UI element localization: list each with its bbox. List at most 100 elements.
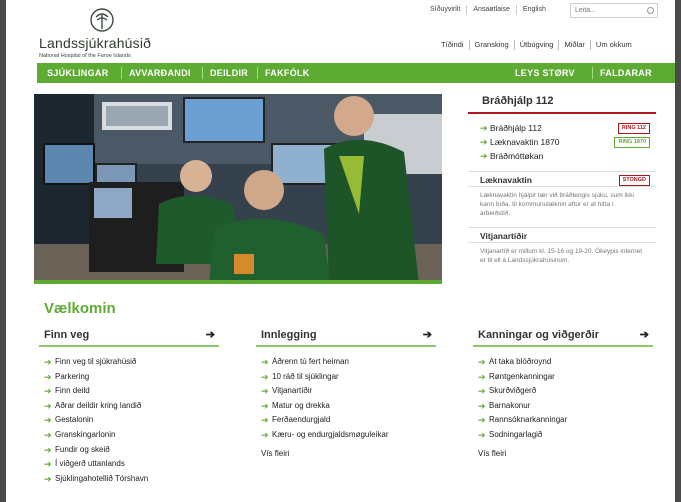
main-nav-item[interactable]: SJÚKLINGAR (47, 63, 109, 83)
logo-name: Landssjúkrahúsið (39, 35, 152, 51)
list-item-label: Aðrar deildir kring landið (55, 400, 142, 410)
arrow-right-icon: ➔ (44, 415, 52, 426)
column-title: Kanningar og viðgerðir (478, 329, 600, 341)
nav-divider (592, 67, 593, 79)
list-item[interactable]: ➔ Í viðgerð uttanlands (39, 457, 219, 472)
arrow-right-icon: ➔ (480, 137, 488, 147)
column-title: Finn veg (44, 329, 90, 341)
list-item[interactable]: ➔ Røntgenkanningar (473, 370, 653, 385)
top-nav-item[interactable]: Um okkum (589, 40, 637, 50)
main-nav: SJÚKLINGAR AVVARÐANDI DEILDIR FAKFÓLK LE… (37, 63, 675, 83)
list-item-label: Kæru- og endurgjaldsmøguleikar (272, 429, 389, 439)
emergency-panel: Bráðhjálp 112 ➔ Bráðhjálp 112 RING 112 ➔… (468, 92, 656, 265)
main-nav-item[interactable]: FALDARAR (600, 63, 652, 83)
column-heading[interactable]: Innlegging ➔ (256, 325, 436, 347)
list-item[interactable]: ➔ Áðrenn tú fert heiman (256, 355, 436, 370)
list-item-label: Gestalonin (55, 415, 94, 425)
utility-link[interactable]: Ansaøtlaise (466, 5, 516, 15)
arrow-right-icon: ➔ (478, 386, 486, 397)
search-input[interactable]: Leita... (570, 3, 658, 18)
emergency-title: Bráðhjálp 112 (468, 92, 656, 114)
visiting-hours-text: Vitjanartíð er millum kl. 15-16 og 19-20… (480, 248, 643, 264)
list-item-label: Røntgenkanningar (489, 371, 555, 381)
arrow-right-icon: ➔ (44, 444, 52, 455)
list-item[interactable]: ➔ 10 ráð til sjúklingar (256, 370, 436, 385)
top-nav-item[interactable]: Tíðindi (436, 40, 469, 50)
list-item-label: Parkering (55, 371, 90, 381)
page: Landssjúkrahúsið National Hospital of th… (6, 0, 675, 502)
arrow-right-icon: ➔ (261, 429, 269, 440)
list-item[interactable]: ➔ Sodningarlagið (473, 428, 653, 443)
arrow-right-icon: ➔ (261, 386, 269, 397)
arrow-right-icon[interactable]: ➔ (206, 325, 215, 345)
list-item[interactable]: ➔ Parkering (39, 370, 219, 385)
arrow-right-icon: ➔ (478, 400, 486, 411)
nav-divider (202, 67, 203, 79)
list-item[interactable]: ➔ Sjúklingahotellið Tórshavn (39, 472, 219, 487)
emergency-link-label: Bráðmóttøkan (490, 151, 544, 161)
list-item-label: Barnakonur (489, 400, 531, 410)
list-item[interactable]: ➔ Aðrar deildir kring landið (39, 399, 219, 414)
list-item[interactable]: ➔ Kæru- og endurgjaldsmøguleikar (256, 428, 436, 443)
hero-photo (34, 94, 442, 284)
arrow-right-icon: ➔ (261, 400, 269, 411)
arrow-right-icon[interactable]: ➔ (640, 325, 649, 345)
list-item[interactable]: ➔ Ferðaendurgjald (256, 413, 436, 428)
list-item-label: 10 ráð til sjúklingar (272, 371, 339, 381)
list-item[interactable]: ➔ Gestalonin (39, 413, 219, 428)
list-item-label: At taka blóðroynd (489, 357, 552, 366)
main-nav-item[interactable]: LEYS STØRV (515, 63, 575, 83)
list-item[interactable]: ➔ Finn veg til sjúkrahúsið (39, 355, 219, 370)
top-nav-item[interactable]: Gransking (468, 40, 514, 50)
list-item[interactable]: ➔ Fundir og skeið (39, 443, 219, 458)
welcome-heading: Vælkomin (44, 300, 116, 317)
list-item[interactable]: ➔ Matur og drekka (256, 399, 436, 414)
list-item[interactable]: ➔ Barnakonur (473, 399, 653, 414)
main-nav-item[interactable]: DEILDIR (210, 63, 248, 83)
link-column: Innlegging ➔ ➔ Áðrenn tú fert heiman ➔ 10 … (256, 325, 436, 458)
call-badge[interactable]: RING 112 (617, 123, 650, 134)
emergency-link[interactable]: ➔ Læknavaktin 1870 RING 1870 (468, 135, 656, 149)
search-icon[interactable] (647, 7, 654, 14)
list-item[interactable]: ➔ Finn deild (39, 384, 219, 399)
list-item[interactable]: ➔ Vitjanartíðir (256, 384, 436, 399)
arrow-right-icon[interactable]: ➔ (423, 325, 432, 345)
tree-logo-icon (90, 8, 114, 32)
arrow-right-icon: ➔ (478, 429, 486, 440)
doctor-on-call-text: Læknavaktin hjálpir tær við bráðtengis s… (480, 192, 634, 217)
emergency-link-label: Læknavaktin 1870 (490, 137, 560, 147)
link-column: Kanningar og viðgerðir ➔ ➔ At taka blóðro… (473, 325, 653, 458)
visiting-hours-heading: Vitjanartíðir (468, 227, 656, 243)
list-item-label: Matur og drekka (272, 400, 330, 410)
list-item[interactable]: ➔ Skurðviðgerð (473, 384, 653, 399)
main-nav-item[interactable]: AVVARÐANDI (129, 63, 191, 83)
list-item[interactable]: ➔ Rannsóknarkanningar (473, 413, 653, 428)
list-item-label: Í viðgerð uttanlands (55, 459, 125, 469)
arrow-right-icon: ➔ (478, 357, 486, 367)
list-item[interactable]: ➔ At taka blóðroynd (473, 355, 653, 370)
arrow-right-icon: ➔ (480, 151, 488, 161)
column-heading[interactable]: Kanningar og viðgerðir ➔ (473, 325, 653, 347)
doctor-on-call-heading: Læknavaktin STONGD (468, 171, 656, 187)
arrow-right-icon: ➔ (44, 429, 52, 440)
emergency-link[interactable]: ➔ Bráðmóttøkan (468, 149, 656, 163)
top-nav-item[interactable]: Miðlar (558, 40, 589, 50)
main-nav-item[interactable]: FAKFÓLK (265, 63, 310, 83)
column-heading[interactable]: Finn veg ➔ (39, 325, 219, 347)
emergency-link[interactable]: ➔ Bráðhjálp 112 RING 112 (468, 121, 656, 135)
list-item[interactable]: ➔ Granskingarlonin (39, 428, 219, 443)
doctor-on-call-title: Læknavaktin (480, 175, 532, 185)
arrow-right-icon: ➔ (44, 473, 52, 484)
nav-divider (257, 67, 258, 79)
arrow-right-icon: ➔ (478, 415, 486, 426)
utility-link[interactable]: Síðuyvirlit (424, 5, 466, 15)
emergency-link-label: Bráðhjálp 112 (490, 123, 542, 133)
utility-link[interactable]: English (515, 5, 552, 15)
call-badge[interactable]: RING 1870 (614, 137, 650, 148)
top-nav-item[interactable]: Útbúgving (513, 40, 559, 50)
top-nav: Tíðindi Gransking Útbúgving Miðlar Um ok… (436, 40, 637, 50)
utility-links: Síðuyvirlit Ansaøtlaise English (424, 5, 552, 15)
hero-accent-bar (34, 280, 442, 284)
show-more-link[interactable]: Vís fleiri (473, 449, 653, 458)
show-more-link[interactable]: Vís fleiri (256, 449, 436, 458)
